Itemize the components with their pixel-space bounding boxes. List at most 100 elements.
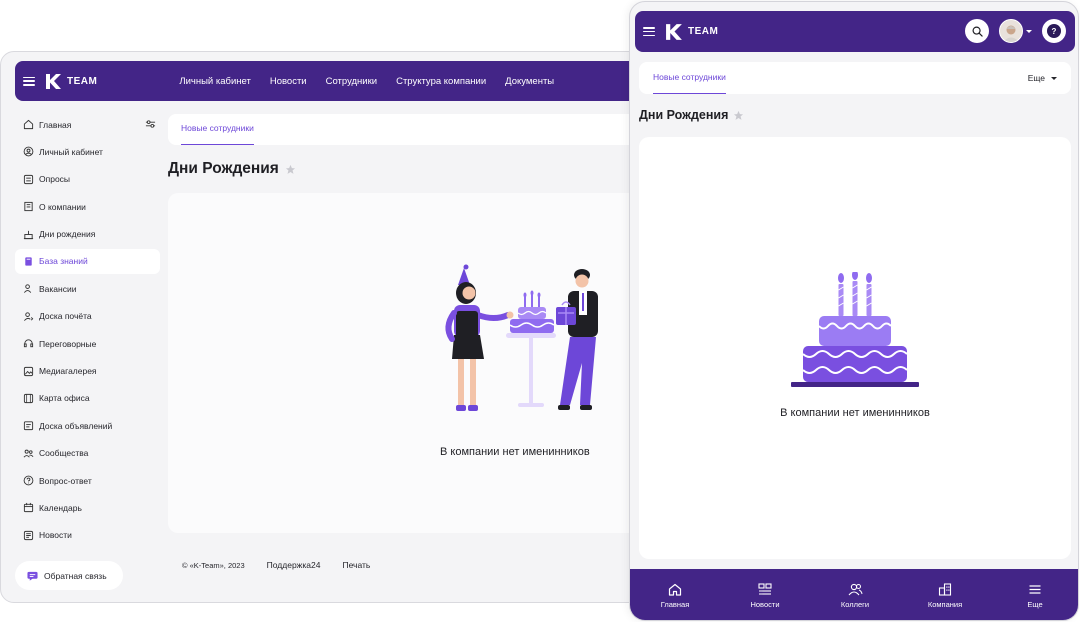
sidebar-item[interactable]: Личный кабинет xyxy=(15,139,160,164)
hamburger-menu-icon[interactable] xyxy=(643,27,655,36)
top-navigation: Личный кабинет Новости Сотрудники Структ… xyxy=(179,76,554,87)
sidebar-item[interactable]: Карта офиса xyxy=(15,386,160,411)
bottom-nav-home[interactable]: Главная xyxy=(630,569,720,620)
colleagues-icon xyxy=(848,583,862,595)
mobile-tabs-bar: Новые сотрудники Еще xyxy=(639,62,1071,94)
tab-new-employees[interactable]: Новые сотрудники xyxy=(653,62,726,94)
book-icon xyxy=(23,256,34,267)
qa-icon xyxy=(23,475,34,486)
sidebar-item-label: Календарь xyxy=(39,502,82,513)
sidebar-item-label: Вакансии xyxy=(39,283,77,294)
feedback-button[interactable]: Обратная связь xyxy=(15,561,123,590)
headset-icon xyxy=(23,338,34,349)
search-button[interactable] xyxy=(965,19,989,43)
k-logo-icon xyxy=(46,73,61,89)
bottom-nav-label: Коллеги xyxy=(840,599,870,609)
person-search-icon xyxy=(23,283,34,294)
logo-text: TEAM xyxy=(688,26,719,37)
desktop-empty-text: В компании нет именинников xyxy=(440,446,590,458)
profile-menu[interactable] xyxy=(999,19,1032,43)
community-icon xyxy=(23,448,34,459)
desktop-window: TEAM Личный кабинет Новости Сотрудники С… xyxy=(0,51,690,603)
sidebar-item[interactable]: Сообщества xyxy=(15,441,160,466)
sidebar-item-label: Сообщества xyxy=(39,448,89,459)
mobile-header: TEAM ? xyxy=(635,11,1075,52)
help-button[interactable]: ? xyxy=(1042,19,1066,43)
sidebar-item[interactable]: Медиагалерея xyxy=(15,359,160,384)
tab-new-employees[interactable]: Новые сотрудники xyxy=(181,114,254,145)
more-dropdown[interactable]: Еще xyxy=(1028,73,1057,83)
birthday-party-illustration xyxy=(445,264,598,411)
desktop-header: TEAM Личный кабинет Новости Сотрудники С… xyxy=(15,61,689,101)
award-icon xyxy=(23,311,34,322)
topnav-structure[interactable]: Структура компании xyxy=(396,76,486,87)
mobile-window: TEAM ? Новые сотрудники Еще Дни Рождения… xyxy=(629,1,1079,621)
calendar-icon xyxy=(23,502,34,513)
avatar xyxy=(999,19,1023,43)
bottom-nav-news[interactable]: Новости xyxy=(720,569,810,620)
sidebar-item[interactable]: Доска почёта xyxy=(15,304,160,329)
sidebar-item[interactable]: Календарь xyxy=(15,495,160,520)
home-icon xyxy=(23,119,34,130)
bottom-nav-company[interactable]: Компания xyxy=(900,569,990,620)
sidebar-item-label: Карта офиса xyxy=(39,393,90,404)
sidebar-item[interactable]: Опросы xyxy=(15,167,160,192)
sidebar-item[interactable]: Переговорные xyxy=(15,331,160,356)
brand-logo[interactable]: TEAM xyxy=(45,73,97,90)
mobile-empty-text: В компании нет именинников xyxy=(780,407,930,419)
desktop-empty-card: В компании нет именинников xyxy=(168,193,688,533)
mobile-empty-card: В компании нет именинников xyxy=(639,137,1071,559)
topnav-employees[interactable]: Сотрудники xyxy=(326,76,377,87)
bottom-nav-more[interactable]: Еще xyxy=(990,569,1078,620)
home-icon xyxy=(668,583,682,596)
footer-copyright: © «K-Team», 2023 xyxy=(182,560,245,570)
favorite-star-icon[interactable] xyxy=(285,164,296,175)
building-icon xyxy=(23,201,34,212)
footer-print-link[interactable]: Печать xyxy=(342,560,370,570)
image-icon xyxy=(23,366,34,377)
mobile-page-title: Дни Рождения xyxy=(639,108,744,122)
sidebar-item[interactable]: База знаний xyxy=(15,248,160,274)
desktop-tabs-bar: Новые сотрудники xyxy=(168,114,688,145)
sidebar-item[interactable]: Новости xyxy=(15,523,160,548)
sidebar-item[interactable]: Вакансии xyxy=(15,276,160,301)
sidebar-item-label: О компании xyxy=(39,201,86,212)
sidebar-item[interactable]: Доска объявлений xyxy=(15,413,160,438)
bottom-nav-colleagues[interactable]: Коллеги xyxy=(810,569,900,620)
favorite-star-icon[interactable] xyxy=(733,110,744,121)
sidebar-item[interactable]: О компании xyxy=(15,194,160,219)
bottom-nav-label: Новости xyxy=(750,599,780,609)
topnav-personal[interactable]: Личный кабинет xyxy=(179,76,250,87)
sidebar-item-label: Дни рождения xyxy=(39,229,96,240)
sidebar-item[interactable]: Дни рождения xyxy=(15,222,160,247)
chevron-down-icon xyxy=(1026,29,1032,33)
topnav-news[interactable]: Новости xyxy=(270,76,307,87)
sidebar-item-label: Доска объявлений xyxy=(39,420,113,431)
sidebar-item-label: Доска почёта xyxy=(39,311,92,322)
sidebar-item-label: Медиагалерея xyxy=(39,366,97,377)
help-icon: ? xyxy=(1047,24,1061,38)
brand-logo[interactable]: TEAM xyxy=(665,23,718,41)
news-icon xyxy=(23,530,34,541)
desktop-page-title: Дни Рождения xyxy=(168,160,296,178)
sidebar-item-label: Опросы xyxy=(39,174,71,185)
sidebar-item-label: Переговорные xyxy=(39,338,97,349)
user-circle-icon xyxy=(23,146,34,157)
mobile-bottom-nav: Главная Новости Коллеги Компания Еще xyxy=(630,569,1078,620)
bottom-nav-label: Компания xyxy=(927,599,963,609)
k-logo-icon xyxy=(666,23,682,40)
sidebar-item[interactable]: Вопрос-ответ xyxy=(15,468,160,493)
desktop-footer: © «K-Team», 2023 Поддержка24 Печать xyxy=(182,560,370,570)
page-title-text: Дни Рождения xyxy=(168,160,279,177)
chevron-down-icon xyxy=(1051,76,1057,80)
news-grid-icon xyxy=(758,582,772,595)
footer-support-link[interactable]: Поддержка24 xyxy=(267,560,321,570)
bottom-nav-label: Главная xyxy=(660,599,690,609)
header-actions: ? xyxy=(965,19,1066,43)
sidebar-item[interactable]: Главная xyxy=(15,112,160,137)
page-title-text: Дни Рождения xyxy=(639,108,729,122)
topnav-documents[interactable]: Документы xyxy=(505,76,554,87)
hamburger-menu-icon[interactable] xyxy=(23,76,35,86)
chat-bubble-icon xyxy=(27,570,38,581)
sliders-icon[interactable] xyxy=(145,119,156,131)
